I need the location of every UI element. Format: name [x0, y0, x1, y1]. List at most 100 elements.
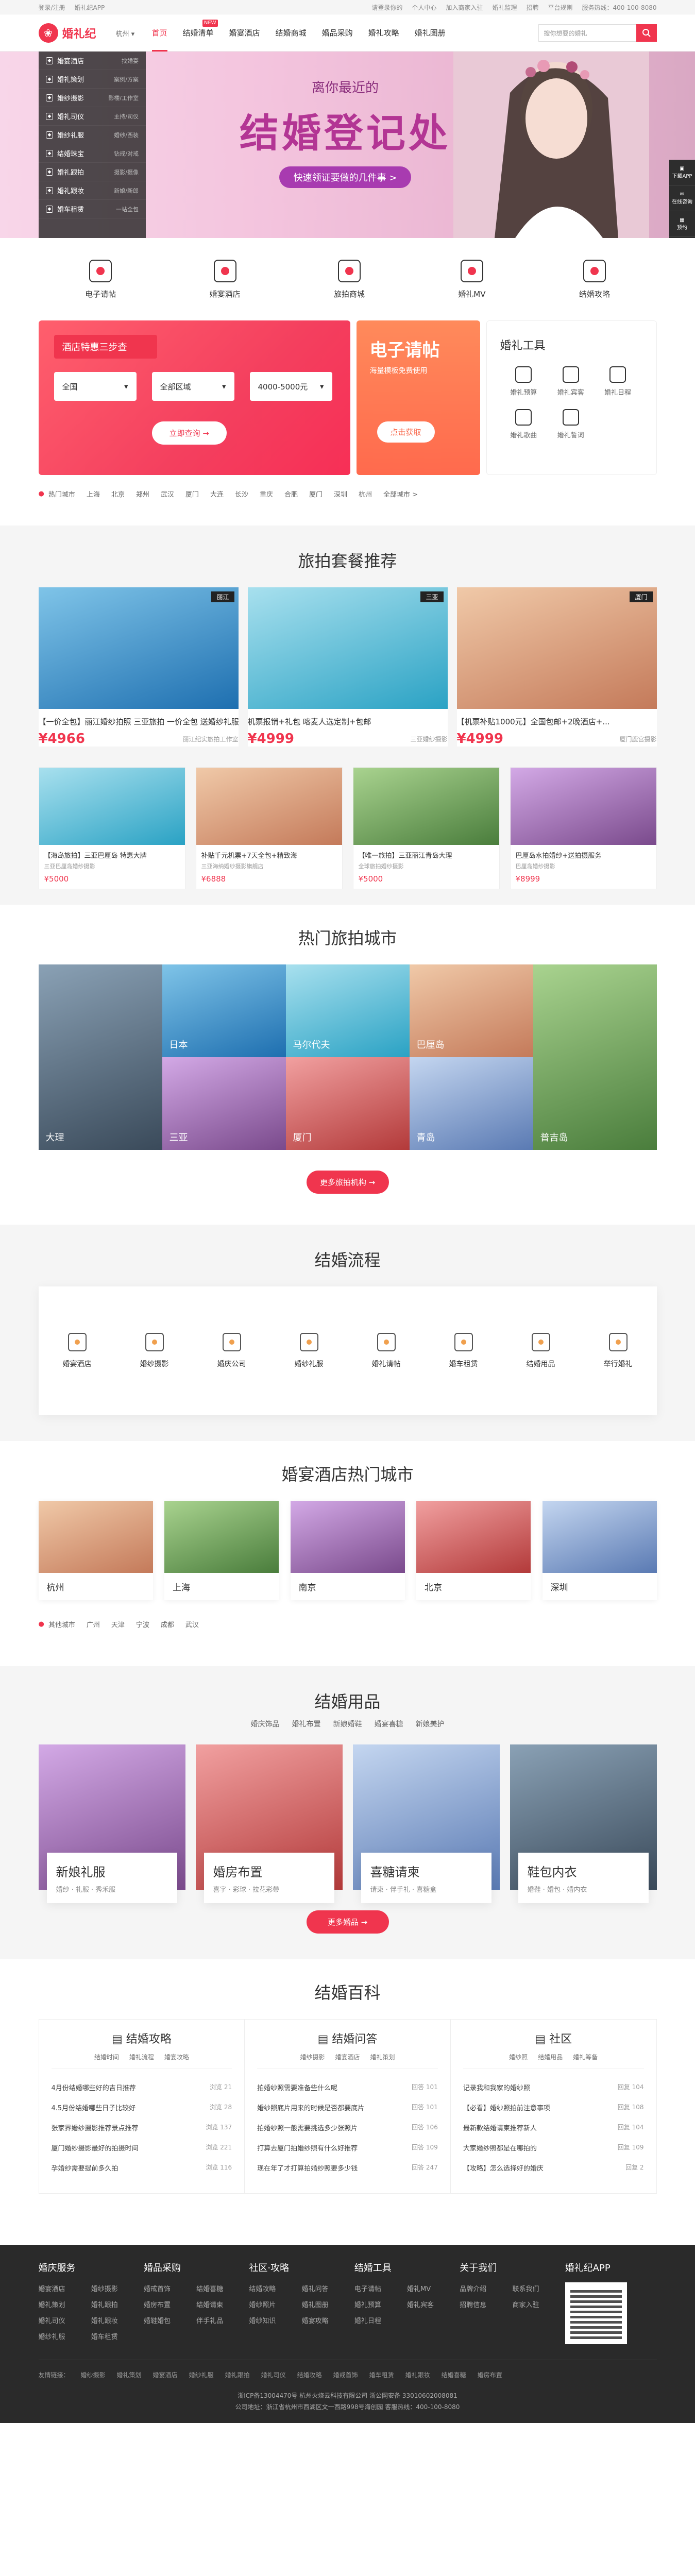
site-logo[interactable]: ❀ 婚礼纪: [38, 23, 116, 43]
travel-package-card[interactable]: 丽江 【一价全包】丽江婚纱拍照 三亚旅拍 一价全包 送婚纱礼服 ¥4966 丽江纪实旅…: [38, 587, 239, 747]
top-bar-link[interactable]: 个人中心: [412, 4, 436, 11]
city-link[interactable]: 杭州: [359, 489, 372, 499]
friend-link[interactable]: 婚纱礼服: [189, 2371, 214, 2379]
encyclopedia-item[interactable]: 厦门婚纱摄影最好的拍摄时间 浏览 221: [52, 2143, 232, 2153]
process-step[interactable]: 举行婚礼: [604, 1333, 633, 1369]
encyclopedia-item[interactable]: 婚纱照底片用来的时候是否都要底片 回答 101: [257, 2103, 438, 2112]
footer-link[interactable]: 招聘信息: [460, 2299, 512, 2309]
footer-link[interactable]: 婚纱照片: [249, 2299, 301, 2309]
wedding-tool-item[interactable]: 婚礼宾客: [547, 366, 594, 397]
city-link[interactable]: 北京: [111, 489, 125, 499]
wedding-tool-item[interactable]: 婚礼日程: [594, 366, 641, 397]
friend-link[interactable]: 婚礼司仪: [261, 2371, 286, 2379]
footer-link[interactable]: 婚礼日程: [354, 2315, 407, 2325]
side-menu-item[interactable]: ◆ 结婚珠宝 钻戒/对戒: [39, 144, 146, 163]
encyclopedia-tab[interactable]: 结婚时间: [94, 2053, 119, 2061]
footer-link[interactable]: 结婚攻略: [249, 2283, 301, 2293]
encyclopedia-item[interactable]: 张家界婚纱摄影推荐景点推荐 浏览 137: [52, 2123, 232, 2132]
footer-link[interactable]: 婚礼预算: [354, 2299, 407, 2309]
top-bar-link[interactable]: 请登录你的: [371, 4, 402, 11]
top-bar-link[interactable]: 加入商家入驻: [446, 4, 483, 11]
encyclopedia-tab[interactable]: 婚礼筹备: [573, 2053, 598, 2061]
process-step[interactable]: 婚礼请帖: [372, 1333, 401, 1369]
e-invite-box[interactable]: 电子请帖 海量模板免费使用 点击获取: [356, 320, 480, 475]
encyclopedia-tab[interactable]: 结婚用品: [538, 2053, 563, 2061]
nav-item[interactable]: 结婚商城: [276, 14, 307, 52]
footer-link[interactable]: 婚纱礼服: [39, 2331, 91, 2341]
encyclopedia-item[interactable]: 大家婚纱照都是在哪拍的 回复 109: [463, 2143, 644, 2153]
supply-card[interactable]: 新娘礼服 婚纱 · 礼服 · 秀禾服: [38, 1744, 185, 1903]
footer-link[interactable]: 婚车租赁: [91, 2331, 144, 2341]
encyclopedia-item[interactable]: 最新款结婚请柬推荐新人 回复 104: [463, 2123, 644, 2132]
footer-link[interactable]: 婚礼MV: [407, 2283, 460, 2293]
encyclopedia-tab[interactable]: 婚纱照: [509, 2053, 528, 2061]
top-bar-link[interactable]: 婚礼纪APP: [75, 4, 105, 11]
city-link[interactable]: 长沙: [235, 489, 248, 499]
side-menu-item[interactable]: ◆ 婚礼跟拍 摄影/摄像: [39, 163, 146, 181]
process-step[interactable]: 婚纱摄影: [140, 1333, 169, 1369]
hotel-city-card[interactable]: 上海: [164, 1501, 279, 1600]
footer-link[interactable]: 婚礼跟妆: [91, 2315, 144, 2325]
footer-link[interactable]: 婚鞋婚包: [144, 2315, 196, 2325]
right-float-item[interactable]: ✉ 在线咨询: [669, 185, 695, 211]
city-link[interactable]: 成都: [161, 1619, 174, 1629]
budget-select[interactable]: 4000-5000元 ▾: [249, 372, 332, 401]
footer-link[interactable]: 婚宴酒店: [39, 2283, 91, 2293]
city-link[interactable]: 合肥: [284, 489, 298, 499]
wedding-tool-item[interactable]: 婚礼预算: [500, 366, 547, 397]
hotel-search-button[interactable]: 立即查询 →: [151, 421, 227, 445]
wedding-tool-item[interactable]: 婚礼歌曲: [500, 409, 547, 439]
process-step[interactable]: 结婚用品: [527, 1333, 555, 1369]
friend-link[interactable]: 结婚喜糖: [442, 2371, 466, 2379]
supply-card[interactable]: 婚房布置 喜字 · 彩球 · 拉花彩带: [195, 1744, 343, 1903]
city-link[interactable]: 武汉: [185, 1619, 199, 1629]
friend-link[interactable]: 婚礼跟拍: [225, 2371, 250, 2379]
hotel-city-card[interactable]: 杭州: [38, 1501, 153, 1600]
supplies-tab[interactable]: 婚庆饰品: [251, 1720, 280, 1728]
search-input[interactable]: 搜你想要的婚礼: [538, 24, 636, 42]
top-bar-link[interactable]: 招聘: [526, 4, 538, 11]
footer-link[interactable]: 商家入驻: [512, 2299, 565, 2309]
encyclopedia-item[interactable]: 打算去厦门拍婚纱照有什么好推荐 回答 109: [257, 2143, 438, 2153]
friend-link[interactable]: 婚房布置: [478, 2371, 502, 2379]
city-link[interactable]: 郑州: [136, 489, 149, 499]
top-bar-link[interactable]: 服务热线：400-100-8080: [582, 4, 656, 11]
friend-link[interactable]: 婚纱摄影: [81, 2371, 106, 2379]
more-supplies-button[interactable]: 更多婚品 →: [306, 1910, 389, 1934]
category-item[interactable]: 旅拍商城: [334, 259, 365, 299]
side-menu-item[interactable]: ◆ 婚礼策划 案例/方案: [39, 70, 146, 89]
city-link[interactable]: 宁波: [136, 1619, 149, 1629]
travel-city-tile[interactable]: 巴厘岛: [409, 964, 533, 1057]
footer-link[interactable]: 婚纱知识: [249, 2315, 301, 2325]
city-link[interactable]: 广州: [87, 1619, 100, 1629]
city-link[interactable]: 大连: [210, 489, 224, 499]
banner-pill-button[interactable]: 快速领证要做的几件事 >: [279, 166, 412, 188]
top-bar-link[interactable]: 平台规则: [548, 4, 572, 11]
encyclopedia-item[interactable]: 拍婚纱照需要准备些什么呢 回答 101: [257, 2082, 438, 2092]
travel-package-card-small[interactable]: 【海岛旅拍】三亚巴厘岛 特惠大牌 三亚巴厘岛婚纱摄影 ¥5000: [38, 767, 185, 889]
travel-city-tile[interactable]: 厦门: [285, 1057, 410, 1150]
encyclopedia-item[interactable]: 孕婚纱需要提前多久拍 浏览 116: [52, 2163, 232, 2173]
nav-item[interactable]: 婚礼攻略: [368, 14, 399, 52]
travel-city-tile[interactable]: 马尔代夫: [285, 964, 410, 1057]
travel-city-tile[interactable]: 普吉岛: [533, 964, 657, 1150]
process-step[interactable]: 婚车租赁: [449, 1333, 478, 1369]
footer-link[interactable]: 婚宴攻略: [302, 2315, 354, 2325]
qr-code-icon[interactable]: [565, 2282, 627, 2344]
top-bar-link[interactable]: 登录/注册: [39, 4, 65, 11]
region-select[interactable]: 全国 ▾: [54, 372, 137, 401]
encyclopedia-item[interactable]: 【攻略】怎么选择好的婚庆 回复 2: [463, 2163, 644, 2173]
footer-link[interactable]: 婚礼图册: [302, 2299, 354, 2309]
right-float-item[interactable]: ▣ 下载APP: [669, 160, 695, 185]
city-selector[interactable]: 杭州 ▾: [116, 28, 152, 38]
footer-link[interactable]: 婚礼跟拍: [91, 2299, 144, 2309]
encyclopedia-item[interactable]: 【必看】婚纱照拍前注意事项 回复 108: [463, 2103, 644, 2112]
side-menu-item[interactable]: ◆ 婚纱摄影 影楼/工作室: [39, 89, 146, 107]
supplies-tab[interactable]: 婚宴喜糖: [375, 1720, 403, 1728]
right-float-item[interactable]: ▦ 预约: [669, 211, 695, 237]
nav-item[interactable]: 婚礼图册: [415, 14, 446, 52]
category-item[interactable]: 电子请帖: [85, 259, 116, 299]
travel-package-card-small[interactable]: 补贴千元机票+7天全包+精致海 三亚海纳婚纱摄影旗舰店 ¥6888: [195, 767, 343, 889]
encyclopedia-tab[interactable]: 婚礼流程: [129, 2053, 154, 2061]
hotel-city-card[interactable]: 南京: [290, 1501, 405, 1600]
